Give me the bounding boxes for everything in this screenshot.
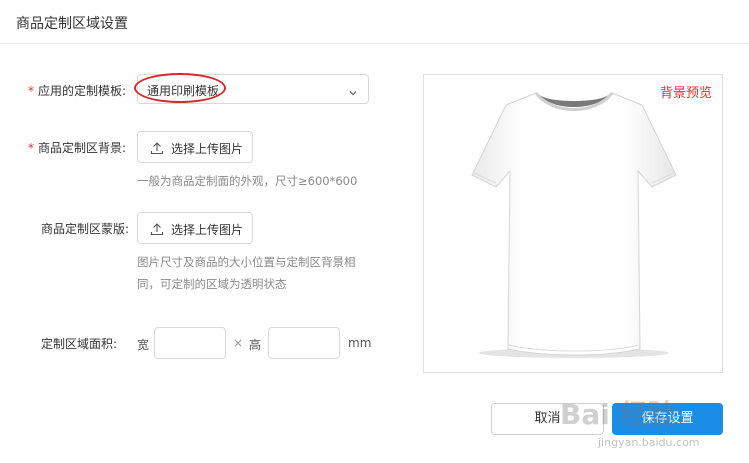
mask-hint-line-2: 同，可定制的区域为透明状态 (137, 277, 287, 291)
dialog-title: 商品定制区域设置 (16, 16, 128, 32)
upload-mask-label: 选择上传图片 (171, 223, 244, 237)
upload-background-button[interactable]: 选择上传图片 (137, 131, 253, 163)
unit-label: mm (348, 336, 372, 350)
chevron-down-icon (348, 83, 358, 102)
upload-background-label: 选择上传图片 (171, 142, 244, 156)
background-label: * 商品定制区背景: (28, 141, 127, 155)
dialog-header: 商品定制区域设置 (0, 0, 749, 44)
background-preview: 背景预览 (423, 74, 723, 373)
width-input[interactable] (154, 327, 226, 359)
mask-hint-line-1: 图片尺寸及商品的大小位置与定制区背景相 (137, 255, 356, 269)
template-label: * 应用的定制模板: (28, 84, 127, 98)
required-mark: * (28, 141, 34, 155)
times-symbol: × (233, 336, 244, 350)
area-label: 定制区域面积: (41, 337, 118, 351)
upload-icon (150, 221, 164, 240)
upload-icon (150, 140, 164, 159)
watermark-url: jingyan.baidu.com (598, 436, 700, 449)
height-input[interactable] (268, 327, 340, 359)
tshirt-image (471, 92, 677, 358)
background-hint: 一般为商品定制面的外观，尺寸≥600*600 (137, 174, 358, 188)
upload-mask-button[interactable]: 选择上传图片 (137, 212, 253, 244)
mask-label: 商品定制区蒙版: (41, 222, 130, 236)
required-mark: * (28, 84, 34, 98)
height-label: 高 (249, 338, 262, 352)
highlight-annotation (134, 73, 226, 103)
watermark-logo: Bai 经验 (560, 398, 676, 431)
width-label: 宽 (137, 338, 150, 352)
